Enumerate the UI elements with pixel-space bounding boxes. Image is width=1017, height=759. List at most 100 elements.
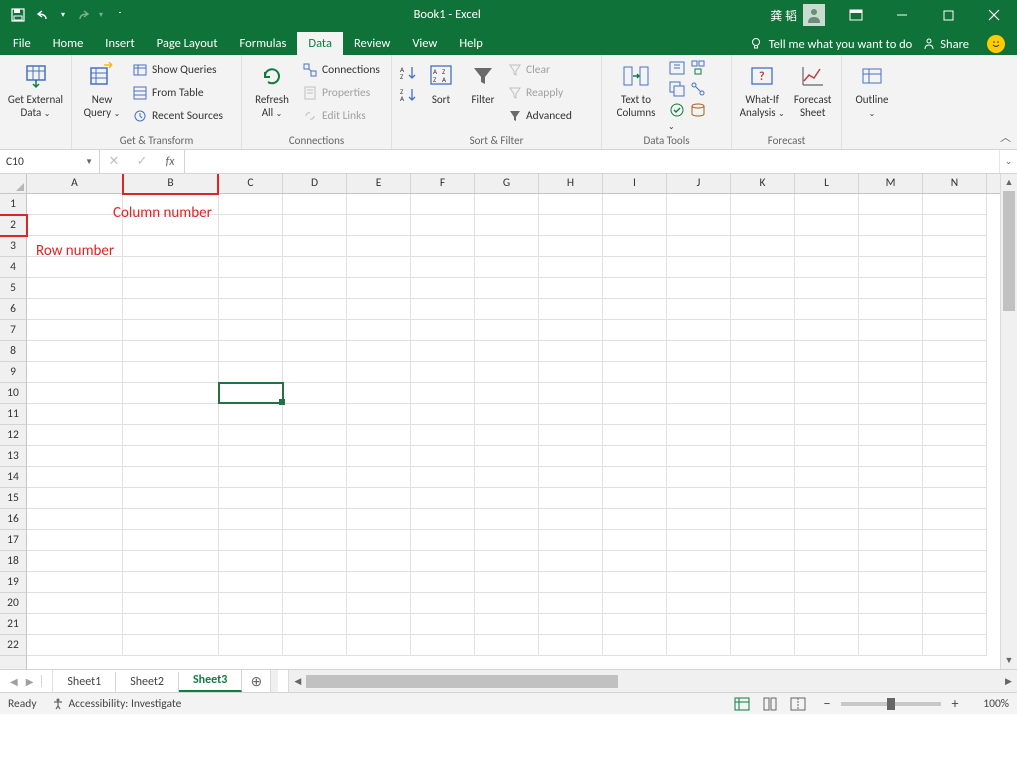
expand-formula-bar-icon[interactable]: ⌄ [999, 150, 1017, 173]
cell[interactable] [411, 362, 475, 383]
column-header-L[interactable]: L [795, 174, 859, 193]
cell[interactable] [27, 551, 123, 572]
view-normal-button[interactable] [729, 694, 755, 714]
tell-me-search[interactable]: Tell me what you want to do [749, 37, 913, 52]
cell[interactable] [539, 278, 603, 299]
connections-button[interactable]: Connections [300, 59, 382, 80]
row-header-4[interactable]: 4 [0, 257, 26, 278]
cell[interactable] [411, 593, 475, 614]
cell[interactable] [475, 362, 539, 383]
cell[interactable] [475, 425, 539, 446]
close-button[interactable] [971, 0, 1017, 30]
cell[interactable] [731, 299, 795, 320]
cell[interactable] [475, 593, 539, 614]
row-header-17[interactable]: 17 [0, 530, 26, 551]
cell[interactable] [475, 383, 539, 404]
horizontal-scrollbar[interactable]: ◀ ▶ [288, 670, 1017, 692]
cell[interactable] [859, 215, 923, 236]
cell[interactable] [795, 488, 859, 509]
cell[interactable] [123, 341, 219, 362]
cell[interactable] [411, 299, 475, 320]
cell[interactable] [347, 236, 411, 257]
cell[interactable] [283, 614, 347, 635]
cell[interactable] [219, 467, 283, 488]
cell[interactable] [123, 593, 219, 614]
tab-scroll-grip[interactable] [270, 670, 278, 692]
cell[interactable] [539, 194, 603, 215]
cell[interactable] [731, 362, 795, 383]
cell[interactable] [411, 425, 475, 446]
cell[interactable] [603, 236, 667, 257]
cell[interactable] [795, 278, 859, 299]
cell[interactable] [603, 446, 667, 467]
cell[interactable] [923, 467, 987, 488]
cell[interactable] [475, 320, 539, 341]
insert-function-icon[interactable]: fx [156, 155, 184, 169]
new-sheet-button[interactable]: ⊕ [242, 670, 270, 692]
chevron-down-icon[interactable]: ▼ [85, 157, 93, 167]
cell[interactable] [411, 236, 475, 257]
cell[interactable] [731, 446, 795, 467]
cell[interactable] [859, 509, 923, 530]
cell[interactable] [347, 572, 411, 593]
cell[interactable] [475, 404, 539, 425]
cell[interactable] [603, 257, 667, 278]
cell[interactable] [923, 446, 987, 467]
cell[interactable] [539, 341, 603, 362]
cell[interactable] [603, 635, 667, 656]
cell[interactable] [795, 467, 859, 488]
cell[interactable] [123, 446, 219, 467]
formula-input[interactable] [185, 150, 999, 173]
cell[interactable] [539, 488, 603, 509]
cell[interactable] [475, 551, 539, 572]
cell[interactable] [795, 425, 859, 446]
cell[interactable] [731, 509, 795, 530]
sheet-nav-next-icon[interactable]: ▶ [26, 675, 34, 688]
recent-sources-button[interactable]: Recent Sources [130, 105, 225, 126]
cell[interactable] [283, 257, 347, 278]
cell[interactable] [123, 530, 219, 551]
cell[interactable] [923, 551, 987, 572]
show-queries-button[interactable]: Show Queries [130, 59, 225, 80]
cell[interactable] [603, 341, 667, 362]
cell[interactable] [475, 278, 539, 299]
cell[interactable] [283, 509, 347, 530]
cell[interactable] [667, 299, 731, 320]
cell[interactable] [539, 635, 603, 656]
accessibility-status[interactable]: Accessibility: Investigate [51, 697, 182, 711]
cell[interactable] [411, 383, 475, 404]
cell[interactable] [27, 215, 123, 236]
tab-help[interactable]: Help [448, 32, 493, 55]
cell[interactable] [475, 509, 539, 530]
cell[interactable] [27, 404, 123, 425]
ribbon-display-options-icon[interactable] [833, 0, 879, 30]
view-page-layout-button[interactable] [757, 694, 783, 714]
cell[interactable] [603, 614, 667, 635]
collapse-ribbon-icon[interactable]: ︿ [1000, 129, 1011, 145]
cell[interactable] [283, 467, 347, 488]
cell[interactable] [539, 614, 603, 635]
cell[interactable] [27, 614, 123, 635]
cell[interactable] [923, 383, 987, 404]
cell[interactable] [731, 572, 795, 593]
scroll-up-icon[interactable]: ▲ [1001, 174, 1017, 191]
cell[interactable] [411, 488, 475, 509]
cell[interactable] [923, 215, 987, 236]
undo-icon[interactable] [32, 3, 56, 27]
cell[interactable] [411, 446, 475, 467]
cell[interactable] [859, 551, 923, 572]
cell[interactable] [411, 257, 475, 278]
get-external-data-button[interactable]: Get ExternalData ⌄ [6, 59, 65, 121]
cell[interactable] [539, 509, 603, 530]
row-header-5[interactable]: 5 [0, 278, 26, 299]
qat-customize-icon[interactable]: ⁼ [108, 3, 132, 27]
cell[interactable] [859, 383, 923, 404]
cell[interactable] [283, 320, 347, 341]
cell[interactable] [731, 551, 795, 572]
row-header-11[interactable]: 11 [0, 404, 26, 425]
cell[interactable] [411, 278, 475, 299]
cell[interactable] [795, 404, 859, 425]
cell[interactable] [539, 236, 603, 257]
cell[interactable] [859, 572, 923, 593]
filter-button[interactable]: Filter [464, 59, 502, 106]
